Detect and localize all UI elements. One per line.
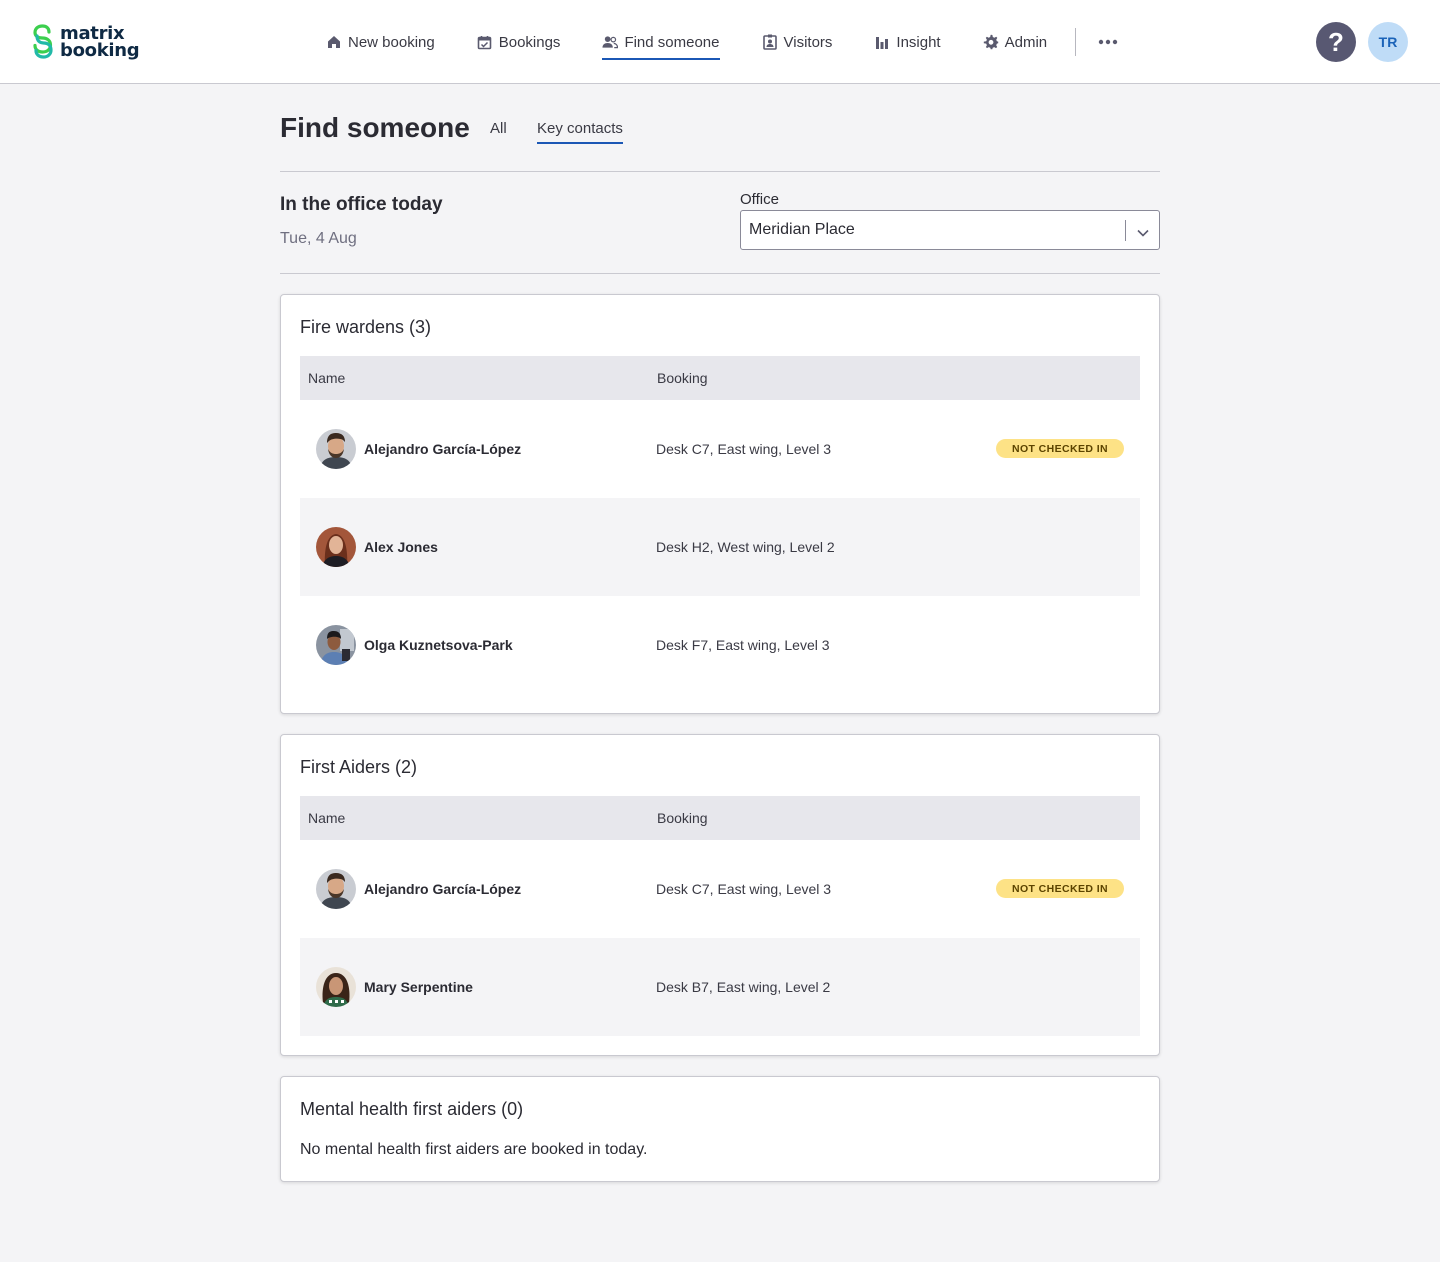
person-name: Alejandro García-López (364, 441, 522, 457)
person-name: Alejandro García-López (364, 881, 522, 897)
nav-find-someone[interactable]: Find someone (602, 24, 720, 60)
table-row[interactable]: Mary Serpentine Desk B7, East wing, Leve… (300, 938, 1140, 1036)
office-filter-row: In the office today Tue, 4 Aug Office Me… (280, 172, 1160, 274)
nav-bookings[interactable]: Bookings (477, 24, 561, 60)
person-avatar (316, 527, 356, 567)
people-icon (602, 34, 619, 50)
visitor-badge-icon (762, 34, 778, 50)
main-content: Find someone All Key contacts In the off… (280, 84, 1160, 1182)
card-title: Fire wardens (3) (300, 317, 432, 337)
calendar-check-icon (477, 34, 493, 50)
table-header: Name Booking (300, 356, 1140, 400)
person-name: Alex Jones (364, 539, 438, 555)
chevron-down-icon (1137, 224, 1149, 242)
select-divider (1125, 220, 1126, 241)
person-avatar (316, 625, 356, 665)
nav-new-booking[interactable]: New booking (326, 24, 435, 60)
booking-location: Desk C7, East wing, Level 3 (656, 881, 832, 897)
booking-location: Desk B7, East wing, Level 2 (656, 979, 831, 995)
column-header-name: Name (308, 370, 346, 386)
nav-divider (1075, 28, 1077, 56)
page-title: Find someone (280, 112, 470, 143)
booking-location: Desk C7, East wing, Level 3 (656, 441, 832, 457)
matrix-booking-logo[interactable]: matrix booking (30, 24, 140, 61)
card-title: Mental health first aiders (0) (300, 1099, 524, 1119)
nav-admin-label: Admin (1004, 33, 1048, 51)
mental-health-card: Mental health first aiders (0) No mental… (280, 1076, 1160, 1182)
gear-icon (983, 34, 999, 50)
booking-location: Desk H2, West wing, Level 2 (656, 539, 835, 555)
office-heading: In the office today (280, 194, 443, 215)
table-header: Name Booking (300, 796, 1140, 840)
more-horizontal-icon[interactable] (1096, 30, 1120, 54)
nav-find-someone-label: Find someone (624, 33, 720, 51)
column-header-booking: Booking (657, 370, 708, 386)
column-header-booking: Booking (657, 810, 708, 826)
logo-mark-icon (33, 24, 53, 59)
person-avatar (316, 967, 356, 1007)
table-row[interactable]: Olga Kuznetsova-Park Desk F7, East wing,… (300, 596, 1140, 694)
person-avatar (316, 869, 356, 909)
office-select-value: Meridian Place (749, 221, 855, 238)
fire-wardens-card: Fire wardens (3) Name Booking Alejandro … (280, 294, 1160, 714)
tab-key-contacts[interactable]: Key contacts (537, 120, 623, 144)
person-name: Mary Serpentine (364, 979, 473, 995)
person-avatar (316, 429, 356, 469)
nav-visitors[interactable]: Visitors (762, 24, 833, 60)
top-navigation-bar: matrix booking New booking Bookings Find… (0, 0, 1440, 84)
table-row[interactable]: Alex Jones Desk H2, West wing, Level 2 (300, 498, 1140, 596)
logo-text-line-2: booking (60, 40, 140, 61)
office-field-label: Office (740, 191, 779, 208)
nav-insight-label: Insight (896, 33, 941, 51)
table-row[interactable]: Alejandro García-López Desk C7, East win… (300, 400, 1140, 498)
nav-admin[interactable]: Admin (983, 24, 1048, 60)
status-badge: NOT CHECKED IN (995, 439, 1124, 458)
office-date: Tue, 4 Aug (280, 230, 357, 247)
main-nav: New booking Bookings Find someone Visito… (326, 0, 1120, 84)
status-badge: NOT CHECKED IN (995, 879, 1124, 898)
page-header: Find someone All Key contacts (280, 84, 1160, 172)
booking-location: Desk F7, East wing, Level 3 (656, 637, 830, 653)
office-select[interactable]: Meridian Place (740, 210, 1160, 250)
bar-chart-icon (874, 34, 890, 50)
first-aiders-card: First Aiders (2) Name Booking Alejandro … (280, 734, 1160, 1056)
user-avatar[interactable]: TR (1368, 22, 1408, 62)
card-title: First Aiders (2) (300, 757, 418, 777)
table-row[interactable]: Alejandro García-López Desk C7, East win… (300, 840, 1140, 938)
column-header-name: Name (308, 810, 346, 826)
nav-insight[interactable]: Insight (874, 24, 941, 60)
tab-all[interactable]: All (490, 120, 507, 144)
nav-new-booking-label: New booking (348, 33, 435, 51)
nav-bookings-label: Bookings (498, 33, 561, 51)
help-button[interactable]: ? (1316, 22, 1356, 62)
nav-visitors-label: Visitors (783, 33, 833, 51)
person-name: Olga Kuznetsova-Park (364, 637, 513, 653)
empty-state-message: No mental health first aiders are booked… (300, 1141, 648, 1158)
home-icon (326, 34, 342, 50)
